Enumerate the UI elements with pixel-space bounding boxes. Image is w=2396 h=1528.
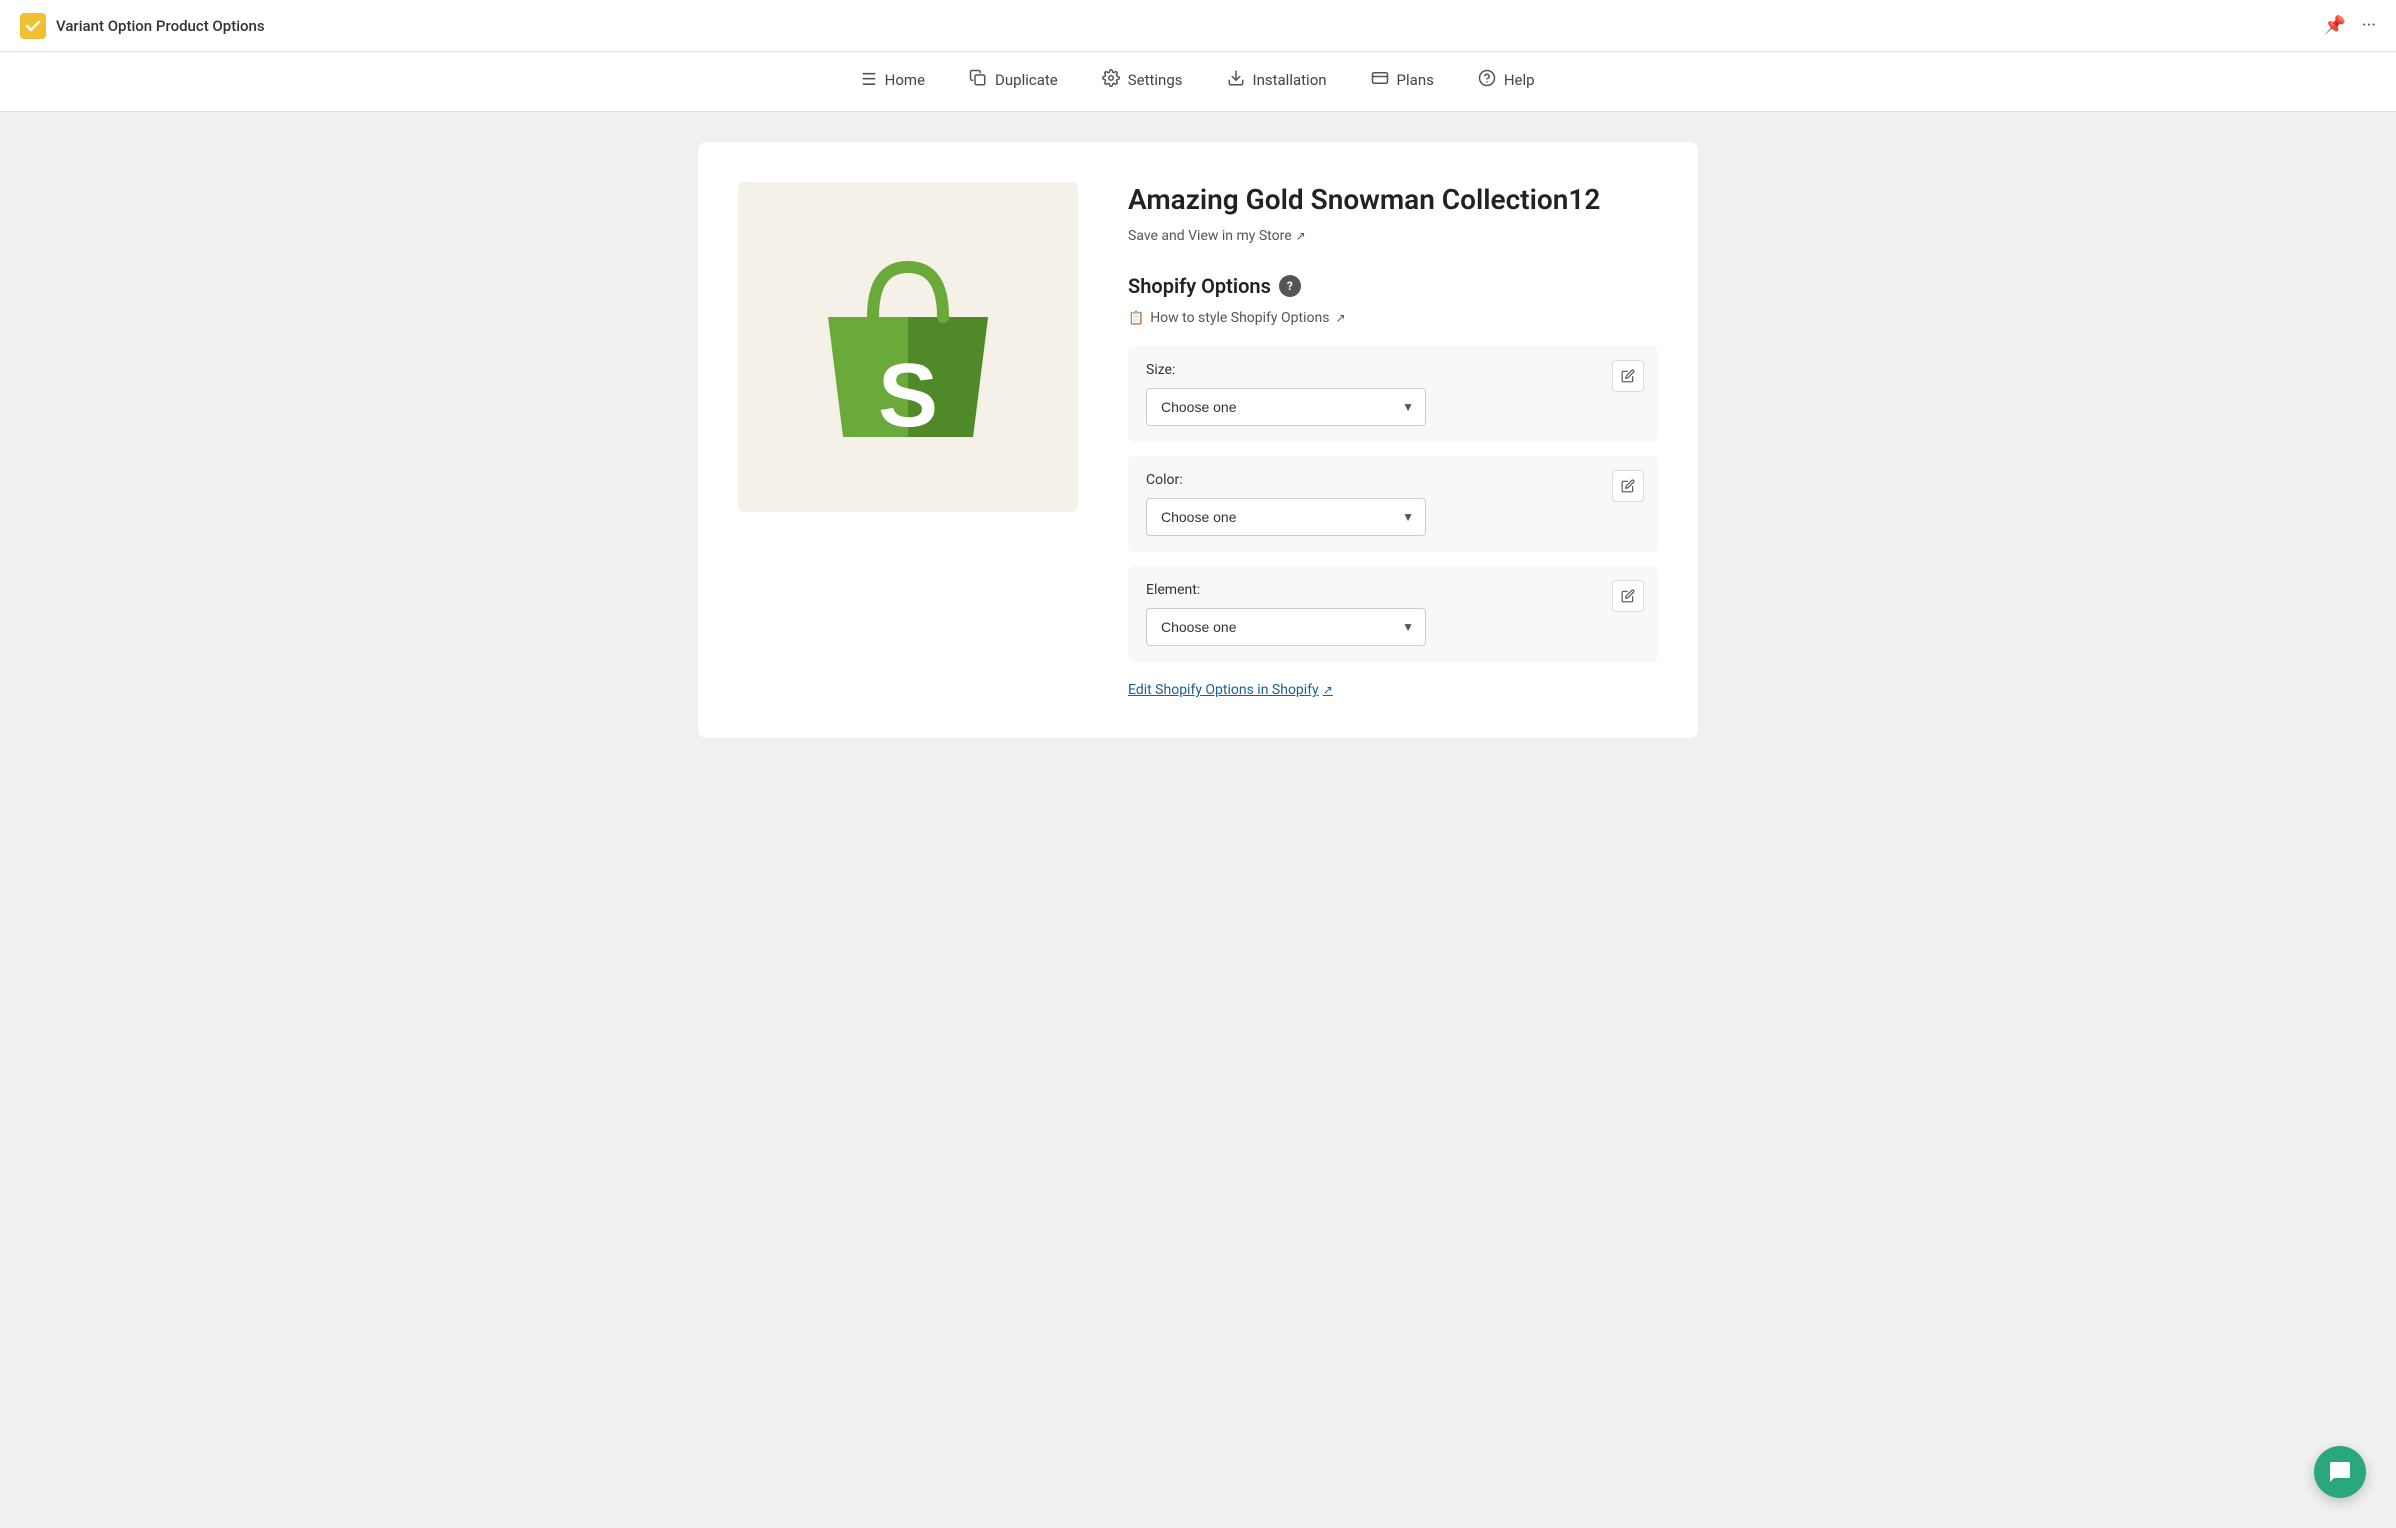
product-title: Amazing Gold Snowman Collection12: [1128, 182, 1658, 218]
top-bar-actions: 📌 ···: [2323, 15, 2376, 36]
element-select[interactable]: Choose one: [1146, 608, 1426, 646]
svg-text:S: S: [878, 346, 938, 446]
nav-label-duplicate: Duplicate: [995, 71, 1058, 89]
color-select-wrapper: Choose one ▼: [1146, 498, 1426, 536]
color-edit-button[interactable]: [1612, 470, 1644, 502]
size-select[interactable]: Choose one: [1146, 388, 1426, 426]
size-select-wrapper: Choose one ▼: [1146, 388, 1426, 426]
nav-label-help: Help: [1504, 71, 1535, 89]
element-select-wrapper: Choose one ▼: [1146, 608, 1426, 646]
help-icon: [1478, 69, 1496, 92]
save-view-link[interactable]: Save and View in my Store ↗: [1128, 228, 1658, 244]
size-option-group: Size: Choose one ▼: [1128, 346, 1658, 442]
nav-item-duplicate[interactable]: Duplicate: [947, 52, 1080, 112]
pencil-icon: [1621, 589, 1635, 603]
size-edit-button[interactable]: [1612, 360, 1644, 392]
content-card: S Amazing Gold Snowman Collection12 Save…: [698, 142, 1698, 738]
home-icon: ☰: [861, 70, 876, 90]
style-external-icon: ↗: [1335, 311, 1345, 325]
nav-item-installation[interactable]: Installation: [1205, 52, 1349, 112]
nav-item-home[interactable]: ☰ Home: [839, 52, 947, 112]
nav-item-settings[interactable]: Settings: [1080, 52, 1205, 112]
app-logo: Variant Option Product Options: [20, 13, 265, 39]
checkmark-icon: [25, 18, 41, 34]
pencil-icon: [1621, 479, 1635, 493]
nav-item-plans[interactable]: Plans: [1349, 52, 1456, 112]
edit-shopify-link[interactable]: Edit Shopify Options in Shopify ↗: [1128, 682, 1658, 698]
duplicate-icon: [969, 69, 987, 92]
element-option-group: Element: Choose one ▼: [1128, 566, 1658, 662]
edit-shopify-text: Edit Shopify Options in Shopify: [1128, 682, 1319, 698]
save-view-text: Save and View in my Store: [1128, 228, 1292, 244]
color-option-group: Color: Choose one ▼: [1128, 456, 1658, 552]
external-link-icon: ↗: [1296, 229, 1306, 243]
color-label: Color:: [1146, 472, 1640, 488]
nav-label-plans: Plans: [1397, 71, 1434, 89]
nav-label-settings: Settings: [1128, 71, 1183, 89]
nav-label-home: Home: [885, 71, 925, 89]
help-tooltip-icon[interactable]: ?: [1279, 275, 1301, 297]
pencil-icon: [1621, 369, 1635, 383]
app-title: Variant Option Product Options: [56, 17, 265, 35]
color-select[interactable]: Choose one: [1146, 498, 1426, 536]
chat-button[interactable]: [2314, 1446, 2366, 1498]
nav-item-help[interactable]: Help: [1456, 52, 1557, 112]
settings-icon: [1102, 69, 1120, 92]
style-link[interactable]: 📋 How to style Shopify Options ↗: [1128, 310, 1658, 326]
logo-icon: [20, 13, 46, 39]
element-label: Element:: [1146, 582, 1640, 598]
chat-icon: [2328, 1460, 2352, 1484]
main-content: S Amazing Gold Snowman Collection12 Save…: [0, 112, 2396, 768]
product-image: S: [808, 237, 1008, 457]
installation-icon: [1227, 69, 1245, 92]
nav-label-installation: Installation: [1253, 71, 1327, 89]
product-details: Amazing Gold Snowman Collection12 Save a…: [1128, 182, 1658, 698]
more-options-icon[interactable]: ···: [2362, 15, 2376, 36]
book-icon: 📋: [1128, 311, 1144, 326]
style-link-text: How to style Shopify Options: [1150, 310, 1329, 326]
pin-icon[interactable]: 📌: [2323, 15, 2345, 36]
plans-icon: [1371, 69, 1389, 92]
element-edit-button[interactable]: [1612, 580, 1644, 612]
shopify-options-title: Shopify Options ?: [1128, 274, 1658, 298]
edit-shopify-external-icon: ↗: [1323, 683, 1333, 697]
size-label: Size:: [1146, 362, 1640, 378]
nav-bar: ☰ Home Duplicate Settings Insta: [0, 52, 2396, 112]
top-bar: Variant Option Product Options 📌 ···: [0, 0, 2396, 52]
product-image-container: S: [738, 182, 1078, 512]
